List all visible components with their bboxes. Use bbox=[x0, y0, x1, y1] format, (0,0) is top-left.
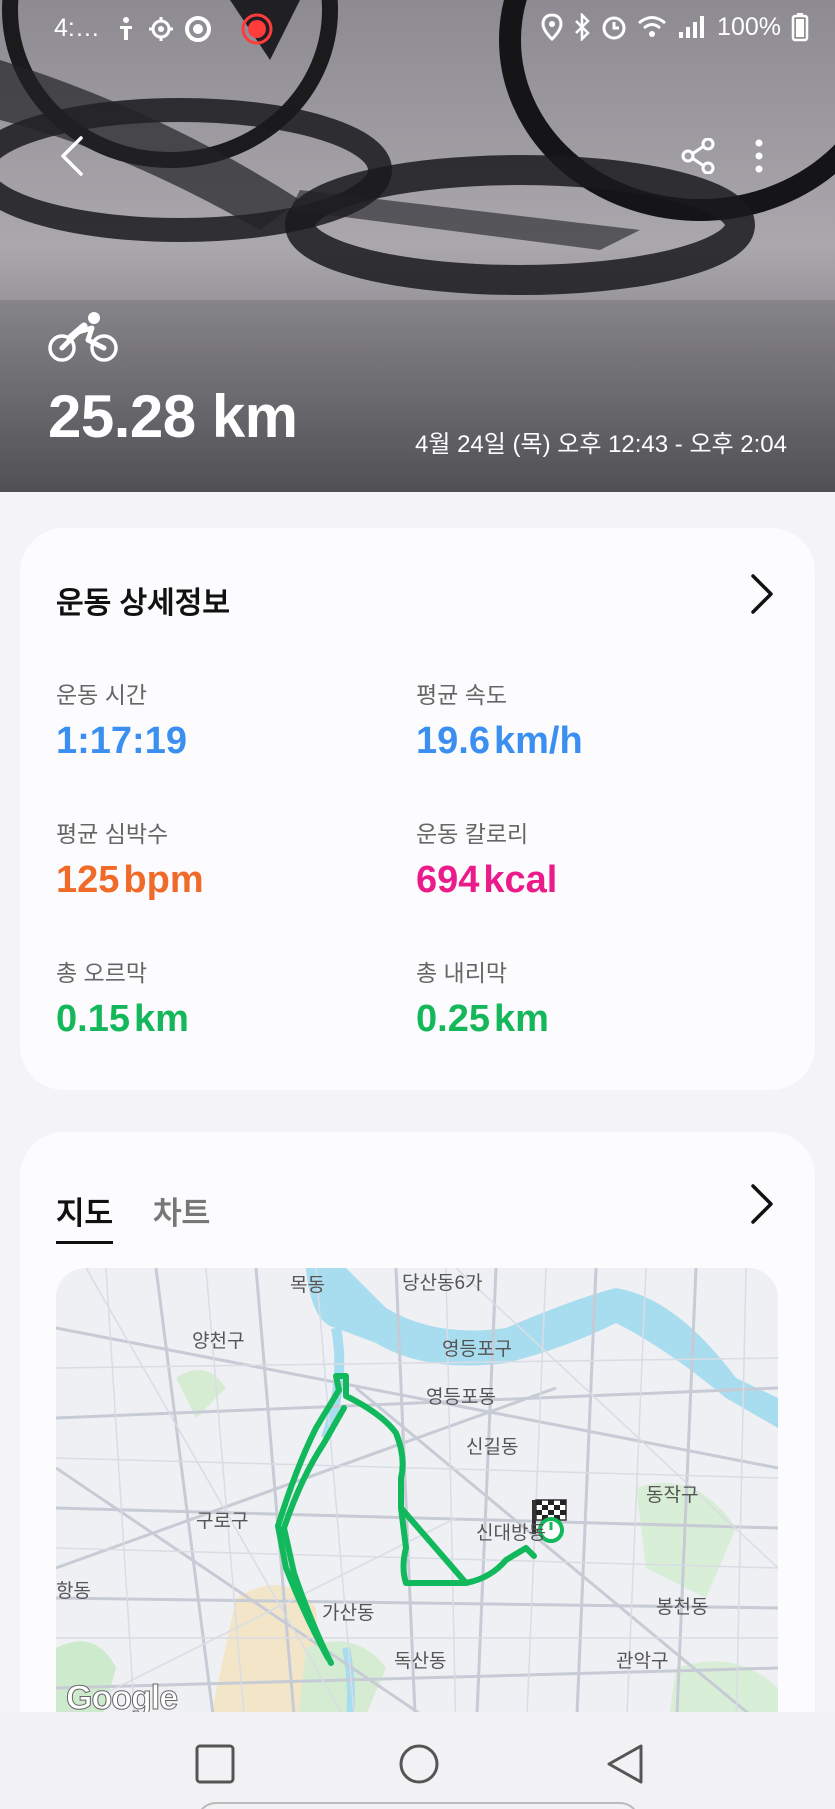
status-icons-right: 100% bbox=[541, 12, 809, 42]
battery-icon bbox=[791, 13, 809, 42]
stat-value: 125 bpm bbox=[56, 859, 204, 901]
stat-workout-time: 운동 시간 1:17:19 bbox=[56, 676, 187, 763]
share-icon bbox=[681, 138, 715, 174]
map-chart-tabs: 지도 차트 bbox=[56, 1188, 210, 1244]
hero-banner: 4:… 100% 25.28 km 4월 24일 (목) 오후 12:43 - … bbox=[0, 0, 835, 492]
chevron-left-icon bbox=[61, 136, 83, 176]
map-label: 영등포구 bbox=[442, 1339, 512, 1360]
back-button[interactable] bbox=[50, 128, 94, 184]
tab-chart[interactable]: 차트 bbox=[153, 1188, 210, 1244]
screen: 4:… 100% 25.28 km 4월 24일 (목) 오후 12:43 - … bbox=[0, 0, 835, 1809]
signal-icon bbox=[679, 16, 705, 38]
map-label: 신길동 bbox=[466, 1437, 519, 1458]
map-label: 항동 bbox=[56, 1581, 91, 1602]
map-label: 신대방동 bbox=[476, 1523, 546, 1544]
more-vertical-icon bbox=[755, 139, 763, 173]
stat-value: 1:17:19 bbox=[56, 720, 187, 762]
stat-avg-speed: 평균 속도 19.6 km/h bbox=[416, 676, 583, 763]
stat-label: 운동 시간 bbox=[56, 682, 148, 708]
stat-value: 0.15 km bbox=[56, 998, 189, 1040]
bluetooth-icon bbox=[575, 13, 590, 41]
details-title: 운동 상세정보 bbox=[56, 587, 230, 620]
map-label: 당산동6가 bbox=[402, 1273, 483, 1294]
location-icon bbox=[541, 13, 563, 41]
stat-label: 총 내리막 bbox=[416, 960, 508, 986]
battery-percent: 100% bbox=[717, 12, 781, 41]
wifi-icon bbox=[638, 16, 667, 37]
recents-icon[interactable] bbox=[193, 1742, 237, 1786]
total-distance: 25.28 km bbox=[48, 383, 298, 450]
home-icon[interactable] bbox=[397, 1742, 441, 1786]
stat-label: 평균 속도 bbox=[416, 682, 508, 708]
screen-record-icon bbox=[241, 13, 273, 45]
stat-value: 694 kcal bbox=[416, 859, 558, 901]
cycling-icon bbox=[48, 312, 118, 362]
map-chart-card: 지도 차트 목동 당산동6가 양천구 영등포구 영등포동 신길동 동작구 구로구… bbox=[20, 1132, 815, 1732]
workout-datetime: 4월 24일 (목) 오후 12:43 - 오후 2:04 bbox=[414, 431, 787, 458]
status-bar: 4:… 100% bbox=[0, 0, 835, 58]
chevron-right-icon bbox=[751, 1184, 773, 1224]
stat-label: 총 오르막 bbox=[56, 960, 148, 986]
map-label: 양천구 bbox=[192, 1331, 245, 1352]
stat-total-descent: 총 내리막 0.25 km bbox=[416, 954, 549, 1041]
stat-avg-heart-rate: 평균 심박수 125 bpm bbox=[56, 815, 204, 902]
navigation-bar bbox=[0, 1712, 835, 1809]
stat-label: 평균 심박수 bbox=[56, 821, 169, 847]
map-label: 봉천동 bbox=[656, 1597, 709, 1618]
stat-total-ascent: 총 오르막 0.15 km bbox=[56, 954, 189, 1041]
stat-label: 운동 칼로리 bbox=[416, 821, 529, 847]
status-time: 4:… bbox=[54, 14, 100, 42]
map-more-button[interactable] bbox=[745, 1182, 775, 1226]
settings-icon bbox=[149, 17, 173, 41]
accessibility-icon bbox=[120, 17, 132, 40]
chevron-right-icon bbox=[751, 574, 773, 614]
record-outline-icon bbox=[185, 16, 211, 42]
workout-details-card: 운동 상세정보 운동 시간 1:17:19 평균 속도 19.6 km/h 평균 … bbox=[20, 528, 815, 1090]
route-map[interactable]: 목동 당산동6가 양천구 영등포구 영등포동 신길동 동작구 구로구 신대방동 … bbox=[56, 1268, 778, 1732]
share-button[interactable] bbox=[676, 134, 720, 178]
map-label: 가산동 bbox=[322, 1603, 375, 1624]
alarm-icon bbox=[602, 16, 626, 40]
map-label: 영등포동 bbox=[426, 1387, 496, 1408]
more-options-button[interactable] bbox=[744, 134, 774, 178]
back-icon[interactable] bbox=[603, 1742, 647, 1786]
map-label: 동작구 bbox=[646, 1485, 699, 1506]
details-more-button[interactable] bbox=[745, 572, 775, 616]
stat-value: 19.6 km/h bbox=[416, 720, 583, 762]
stat-value: 0.25 km bbox=[416, 998, 549, 1040]
map-label: 독산동 bbox=[394, 1651, 447, 1672]
tab-map[interactable]: 지도 bbox=[56, 1188, 114, 1244]
map-label: 구로구 bbox=[196, 1511, 249, 1532]
status-icons-left bbox=[114, 12, 274, 46]
map-label: 관악구 bbox=[616, 1651, 669, 1672]
map-label: 목동 bbox=[290, 1275, 325, 1296]
gesture-handle bbox=[196, 1802, 640, 1809]
stat-calories: 운동 칼로리 694 kcal bbox=[416, 815, 557, 902]
